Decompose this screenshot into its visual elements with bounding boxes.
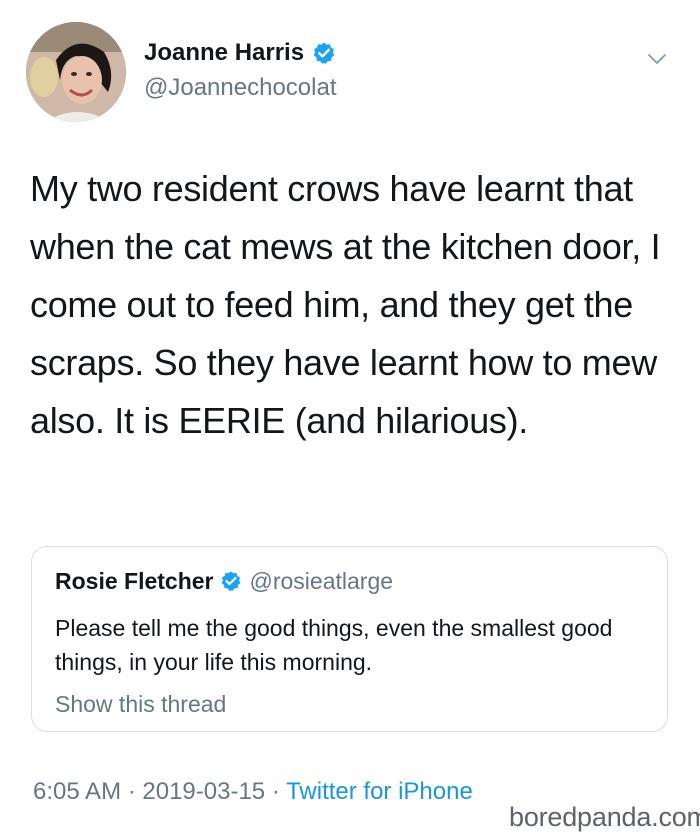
- tweet-time[interactable]: 6:05 AM: [33, 778, 121, 805]
- chevron-down-icon[interactable]: [646, 48, 668, 70]
- meta-separator: ·: [265, 778, 287, 805]
- tweet-card: Joanne Harris @Joannechocolat My two res…: [0, 0, 700, 838]
- author-avatar[interactable]: [26, 22, 126, 122]
- quoted-tweet-text: Please tell me the good things, even the…: [55, 615, 613, 675]
- verified-badge-icon: [313, 42, 335, 64]
- author-name[interactable]: Joanne Harris: [144, 39, 304, 67]
- tweet-metadata: 6:05 AM · 2019-03-15 · Twitter for iPhon…: [33, 778, 473, 806]
- author-handle[interactable]: @Joannechocolat: [144, 74, 337, 102]
- tweet-text: My two resident crows have learnt that w…: [30, 168, 661, 441]
- quoted-tweet-header: Rosie Fletcher @rosieatlarge: [55, 565, 393, 597]
- quoted-tweet[interactable]: Rosie Fletcher @rosieatlarge Please tell…: [31, 546, 668, 732]
- watermark: boredpanda.com: [501, 800, 700, 838]
- avatar-portrait-icon: [26, 22, 126, 122]
- verified-badge-icon: [221, 571, 240, 591]
- tweet-source-link[interactable]: Twitter for iPhone: [286, 778, 473, 805]
- author-info[interactable]: Joanne Harris @Joannechocolat: [144, 36, 337, 102]
- quoted-author-handle: @rosieatlarge: [249, 567, 394, 594]
- quoted-author-name: Rosie Fletcher: [55, 567, 214, 594]
- watermark-text: boredpanda.com: [509, 802, 700, 832]
- meta-separator: ·: [121, 778, 143, 805]
- show-thread-link[interactable]: Show this thread: [55, 691, 226, 718]
- author-name-row: Joanne Harris: [144, 36, 337, 70]
- tweet-date[interactable]: 2019-03-15: [142, 778, 265, 805]
